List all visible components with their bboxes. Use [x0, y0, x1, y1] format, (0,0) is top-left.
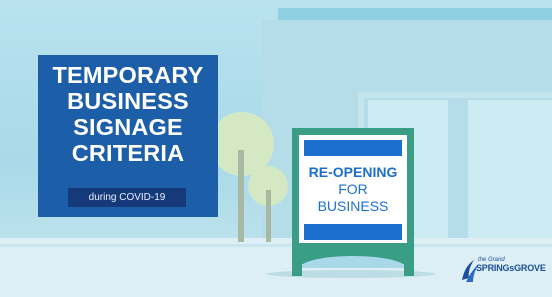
sign-bar-top: [304, 140, 402, 156]
page-title: TEMPORARY BUSINESS SIGNAGE CRITERIA: [38, 62, 218, 166]
title-line: TEMPORARY: [52, 62, 204, 88]
sign-line-business: BUSINESS: [317, 198, 389, 214]
title-line: BUSINESS: [67, 88, 189, 114]
sign-line-for: FOR: [338, 181, 368, 197]
sign-bar-bottom: [304, 224, 402, 240]
sign-leg: [404, 262, 414, 276]
tree-trunk: [238, 150, 244, 242]
storefront-window: [468, 100, 552, 240]
title-line: CRITERIA: [71, 140, 185, 166]
sign-line-reopening: RE-OPENING: [308, 164, 398, 180]
ground-line: [0, 244, 552, 247]
subtitle: during COVID-19: [88, 192, 166, 203]
sign-leg: [292, 262, 302, 276]
banner-illustration: TEMPORARY BUSINESS SIGNAGE CRITERIA duri…: [0, 0, 552, 297]
logo-text: SPRINGsGROVE: [476, 263, 546, 273]
tree-trunk: [266, 190, 271, 242]
title-line: SIGNAGE: [73, 114, 183, 140]
